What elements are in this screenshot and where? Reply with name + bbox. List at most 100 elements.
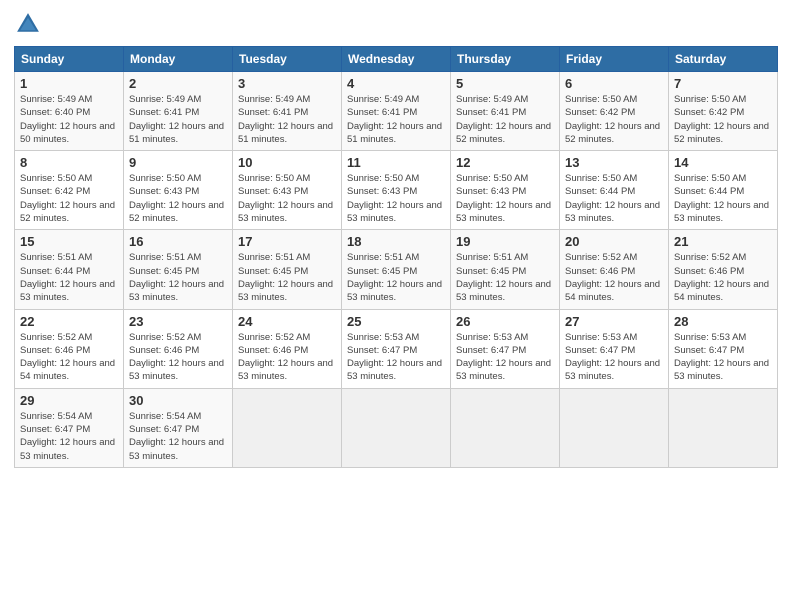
calendar-cell: 8 Sunrise: 5:50 AM Sunset: 6:42 PM Dayli… bbox=[15, 151, 124, 230]
day-info: Sunrise: 5:49 AM Sunset: 6:41 PM Dayligh… bbox=[238, 93, 336, 146]
day-number: 3 bbox=[238, 76, 336, 91]
calendar-cell: 15 Sunrise: 5:51 AM Sunset: 6:44 PM Dayl… bbox=[15, 230, 124, 309]
calendar-cell: 6 Sunrise: 5:50 AM Sunset: 6:42 PM Dayli… bbox=[560, 72, 669, 151]
calendar-cell: 9 Sunrise: 5:50 AM Sunset: 6:43 PM Dayli… bbox=[124, 151, 233, 230]
calendar-cell: 14 Sunrise: 5:50 AM Sunset: 6:44 PM Dayl… bbox=[669, 151, 778, 230]
header-wednesday: Wednesday bbox=[342, 47, 451, 72]
calendar-table: SundayMondayTuesdayWednesdayThursdayFrid… bbox=[14, 46, 778, 468]
day-number: 18 bbox=[347, 234, 445, 249]
calendar-cell: 4 Sunrise: 5:49 AM Sunset: 6:41 PM Dayli… bbox=[342, 72, 451, 151]
day-info: Sunrise: 5:50 AM Sunset: 6:44 PM Dayligh… bbox=[565, 172, 663, 225]
day-info: Sunrise: 5:50 AM Sunset: 6:42 PM Dayligh… bbox=[565, 93, 663, 146]
header-monday: Monday bbox=[124, 47, 233, 72]
logo-icon bbox=[14, 10, 42, 38]
day-number: 1 bbox=[20, 76, 118, 91]
day-number: 8 bbox=[20, 155, 118, 170]
day-number: 24 bbox=[238, 314, 336, 329]
day-info: Sunrise: 5:51 AM Sunset: 6:45 PM Dayligh… bbox=[456, 251, 554, 304]
calendar-cell bbox=[560, 388, 669, 467]
calendar-cell: 28 Sunrise: 5:53 AM Sunset: 6:47 PM Dayl… bbox=[669, 309, 778, 388]
calendar-cell: 18 Sunrise: 5:51 AM Sunset: 6:45 PM Dayl… bbox=[342, 230, 451, 309]
calendar-cell: 13 Sunrise: 5:50 AM Sunset: 6:44 PM Dayl… bbox=[560, 151, 669, 230]
calendar-cell: 24 Sunrise: 5:52 AM Sunset: 6:46 PM Dayl… bbox=[233, 309, 342, 388]
calendar-cell: 23 Sunrise: 5:52 AM Sunset: 6:46 PM Dayl… bbox=[124, 309, 233, 388]
calendar-cell bbox=[233, 388, 342, 467]
calendar-cell: 11 Sunrise: 5:50 AM Sunset: 6:43 PM Dayl… bbox=[342, 151, 451, 230]
calendar-cell: 12 Sunrise: 5:50 AM Sunset: 6:43 PM Dayl… bbox=[451, 151, 560, 230]
calendar-cell: 7 Sunrise: 5:50 AM Sunset: 6:42 PM Dayli… bbox=[669, 72, 778, 151]
day-info: Sunrise: 5:54 AM Sunset: 6:47 PM Dayligh… bbox=[20, 410, 118, 463]
week-row-2: 8 Sunrise: 5:50 AM Sunset: 6:42 PM Dayli… bbox=[15, 151, 778, 230]
day-number: 16 bbox=[129, 234, 227, 249]
calendar-cell: 29 Sunrise: 5:54 AM Sunset: 6:47 PM Dayl… bbox=[15, 388, 124, 467]
day-info: Sunrise: 5:51 AM Sunset: 6:45 PM Dayligh… bbox=[238, 251, 336, 304]
day-info: Sunrise: 5:49 AM Sunset: 6:41 PM Dayligh… bbox=[129, 93, 227, 146]
day-info: Sunrise: 5:50 AM Sunset: 6:43 PM Dayligh… bbox=[347, 172, 445, 225]
day-info: Sunrise: 5:50 AM Sunset: 6:42 PM Dayligh… bbox=[674, 93, 772, 146]
day-number: 23 bbox=[129, 314, 227, 329]
calendar-cell: 2 Sunrise: 5:49 AM Sunset: 6:41 PM Dayli… bbox=[124, 72, 233, 151]
day-number: 4 bbox=[347, 76, 445, 91]
header-saturday: Saturday bbox=[669, 47, 778, 72]
day-number: 21 bbox=[674, 234, 772, 249]
day-number: 19 bbox=[456, 234, 554, 249]
day-number: 20 bbox=[565, 234, 663, 249]
calendar-cell bbox=[342, 388, 451, 467]
day-number: 15 bbox=[20, 234, 118, 249]
day-info: Sunrise: 5:50 AM Sunset: 6:42 PM Dayligh… bbox=[20, 172, 118, 225]
day-number: 27 bbox=[565, 314, 663, 329]
day-number: 12 bbox=[456, 155, 554, 170]
calendar-cell: 20 Sunrise: 5:52 AM Sunset: 6:46 PM Dayl… bbox=[560, 230, 669, 309]
day-number: 22 bbox=[20, 314, 118, 329]
calendar-cell: 19 Sunrise: 5:51 AM Sunset: 6:45 PM Dayl… bbox=[451, 230, 560, 309]
day-info: Sunrise: 5:52 AM Sunset: 6:46 PM Dayligh… bbox=[129, 331, 227, 384]
week-row-3: 15 Sunrise: 5:51 AM Sunset: 6:44 PM Dayl… bbox=[15, 230, 778, 309]
calendar-cell: 25 Sunrise: 5:53 AM Sunset: 6:47 PM Dayl… bbox=[342, 309, 451, 388]
day-info: Sunrise: 5:53 AM Sunset: 6:47 PM Dayligh… bbox=[565, 331, 663, 384]
calendar-cell: 26 Sunrise: 5:53 AM Sunset: 6:47 PM Dayl… bbox=[451, 309, 560, 388]
calendar-cell bbox=[669, 388, 778, 467]
day-number: 11 bbox=[347, 155, 445, 170]
day-number: 28 bbox=[674, 314, 772, 329]
day-info: Sunrise: 5:50 AM Sunset: 6:43 PM Dayligh… bbox=[129, 172, 227, 225]
day-info: Sunrise: 5:49 AM Sunset: 6:41 PM Dayligh… bbox=[347, 93, 445, 146]
day-number: 14 bbox=[674, 155, 772, 170]
day-number: 30 bbox=[129, 393, 227, 408]
day-info: Sunrise: 5:52 AM Sunset: 6:46 PM Dayligh… bbox=[674, 251, 772, 304]
day-number: 26 bbox=[456, 314, 554, 329]
day-number: 7 bbox=[674, 76, 772, 91]
week-row-5: 29 Sunrise: 5:54 AM Sunset: 6:47 PM Dayl… bbox=[15, 388, 778, 467]
calendar-cell bbox=[451, 388, 560, 467]
day-number: 5 bbox=[456, 76, 554, 91]
week-row-1: 1 Sunrise: 5:49 AM Sunset: 6:40 PM Dayli… bbox=[15, 72, 778, 151]
header-tuesday: Tuesday bbox=[233, 47, 342, 72]
day-number: 10 bbox=[238, 155, 336, 170]
day-info: Sunrise: 5:53 AM Sunset: 6:47 PM Dayligh… bbox=[674, 331, 772, 384]
day-info: Sunrise: 5:53 AM Sunset: 6:47 PM Dayligh… bbox=[456, 331, 554, 384]
logo bbox=[14, 10, 46, 38]
day-info: Sunrise: 5:53 AM Sunset: 6:47 PM Dayligh… bbox=[347, 331, 445, 384]
day-number: 17 bbox=[238, 234, 336, 249]
calendar-cell: 22 Sunrise: 5:52 AM Sunset: 6:46 PM Dayl… bbox=[15, 309, 124, 388]
day-info: Sunrise: 5:49 AM Sunset: 6:41 PM Dayligh… bbox=[456, 93, 554, 146]
day-info: Sunrise: 5:51 AM Sunset: 6:45 PM Dayligh… bbox=[347, 251, 445, 304]
week-row-4: 22 Sunrise: 5:52 AM Sunset: 6:46 PM Dayl… bbox=[15, 309, 778, 388]
day-info: Sunrise: 5:52 AM Sunset: 6:46 PM Dayligh… bbox=[20, 331, 118, 384]
header-sunday: Sunday bbox=[15, 47, 124, 72]
day-number: 13 bbox=[565, 155, 663, 170]
day-info: Sunrise: 5:49 AM Sunset: 6:40 PM Dayligh… bbox=[20, 93, 118, 146]
header-friday: Friday bbox=[560, 47, 669, 72]
calendar-cell: 30 Sunrise: 5:54 AM Sunset: 6:47 PM Dayl… bbox=[124, 388, 233, 467]
page: SundayMondayTuesdayWednesdayThursdayFrid… bbox=[0, 0, 792, 612]
day-number: 9 bbox=[129, 155, 227, 170]
day-info: Sunrise: 5:52 AM Sunset: 6:46 PM Dayligh… bbox=[565, 251, 663, 304]
day-info: Sunrise: 5:50 AM Sunset: 6:43 PM Dayligh… bbox=[456, 172, 554, 225]
day-info: Sunrise: 5:51 AM Sunset: 6:44 PM Dayligh… bbox=[20, 251, 118, 304]
day-info: Sunrise: 5:54 AM Sunset: 6:47 PM Dayligh… bbox=[129, 410, 227, 463]
day-info: Sunrise: 5:52 AM Sunset: 6:46 PM Dayligh… bbox=[238, 331, 336, 384]
calendar-cell: 3 Sunrise: 5:49 AM Sunset: 6:41 PM Dayli… bbox=[233, 72, 342, 151]
day-number: 2 bbox=[129, 76, 227, 91]
calendar-cell: 5 Sunrise: 5:49 AM Sunset: 6:41 PM Dayli… bbox=[451, 72, 560, 151]
calendar-cell: 17 Sunrise: 5:51 AM Sunset: 6:45 PM Dayl… bbox=[233, 230, 342, 309]
header-thursday: Thursday bbox=[451, 47, 560, 72]
